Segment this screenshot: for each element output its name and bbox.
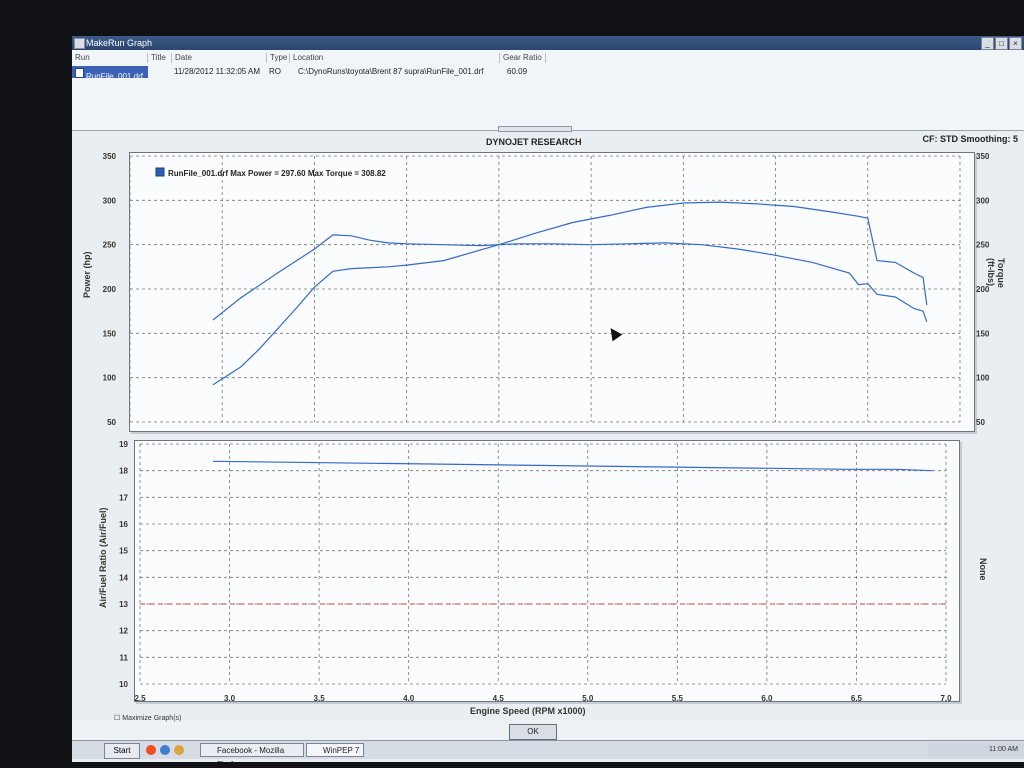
- none-axis-label: None: [978, 558, 988, 581]
- x-tick-label: 7.0: [940, 694, 952, 703]
- upper-left-tick-label: 50: [107, 418, 116, 427]
- lower-tick-label: 10: [119, 680, 128, 689]
- upper-left-tick-label: 300: [103, 196, 117, 205]
- upper-right-tick-label: 150: [976, 329, 990, 338]
- upper-right-tick-label: 250: [976, 241, 990, 250]
- plot-svg: 2.5 3.0 3.5 4.0 4.5 5.0 5.5 6.0 6.5 7.0 350 300 250 2…: [103, 152, 990, 703]
- series-line-power: [212, 201, 928, 386]
- upper-left-tick-label: 150: [103, 329, 117, 338]
- lower-tick-label: 17: [119, 493, 128, 502]
- x-tick-label: 5.5: [672, 694, 684, 703]
- series-line-torque: [212, 234, 928, 322]
- lower-tick-label: 12: [119, 627, 128, 636]
- lower-tick-label: 13: [119, 600, 128, 609]
- x-tick-label: 5.0: [582, 694, 594, 703]
- maximize-checkbox[interactable]: ☐ Maximize Graph(s): [114, 714, 181, 722]
- upper-right-tick-label: 50: [976, 418, 985, 427]
- system-tray: 11:00 AM: [928, 743, 1024, 757]
- upper-left-tick-label: 250: [103, 241, 117, 250]
- screen: MakeRun Graph _ □ × Run Title Date Type …: [72, 36, 1024, 762]
- x-tick-label: 4.5: [493, 694, 505, 703]
- series-line-air-fuel: [212, 460, 933, 472]
- upper-left-tick-label: 350: [103, 152, 117, 161]
- x-tick-label: 4.0: [403, 694, 415, 703]
- lower-tick-label: 19: [119, 440, 128, 449]
- x-axis-label: Engine Speed (RPM x1000): [470, 706, 586, 716]
- taskbar-item-facebook[interactable]: Facebook - Mozilla Firefox: [200, 743, 304, 762]
- x-tick-label: 3.5: [314, 694, 326, 703]
- lower-tick-label: 14: [119, 573, 128, 582]
- taskbar: Start Facebook - Mozilla Firefox WinPEP …: [72, 740, 1024, 762]
- x-tick-label: 6.0: [761, 694, 773, 703]
- taskbar-item-winpep[interactable]: WinPEP 7: [306, 743, 364, 757]
- ok-button[interactable]: OK: [509, 724, 557, 740]
- x-tick-label: 3.0: [224, 694, 236, 703]
- upper-right-tick-label: 300: [976, 196, 990, 205]
- clock: 11:00 AM: [988, 746, 1018, 753]
- explorer-icon[interactable]: [160, 745, 170, 755]
- legend-text: RunFile_001.drf Max Power = 297.60 Max T…: [168, 169, 386, 178]
- start-button[interactable]: Start: [104, 743, 140, 759]
- maximize-label: Maximize Graph(s): [122, 715, 182, 722]
- lower-tick-label: 16: [119, 520, 128, 529]
- upper-right-tick-label: 100: [976, 374, 990, 383]
- lower-tick-label: 18: [119, 467, 128, 476]
- torque-axis-label: Torque (ft-lbs): [986, 258, 1006, 288]
- upper-right-tick-label: 350: [976, 152, 990, 161]
- upper-left-tick-label: 100: [103, 374, 117, 383]
- legend-swatch: [155, 167, 165, 177]
- afr-axis-label: Air/Fuel Ratio (Air/Fuel): [98, 507, 108, 608]
- power-axis-label: Power (hp): [82, 251, 92, 299]
- lower-tick-label: 11: [120, 653, 129, 662]
- x-tick-label: 6.5: [851, 694, 863, 703]
- firefox-icon[interactable]: [146, 745, 156, 755]
- x-tick-label: 2.5: [134, 694, 146, 703]
- upper-left-tick-label: 200: [103, 285, 117, 294]
- folder-icon[interactable]: [174, 745, 184, 755]
- monitor: MakeRun Graph _ □ × Run Title Date Type …: [0, 0, 1024, 768]
- lower-tick-label: 15: [119, 547, 128, 556]
